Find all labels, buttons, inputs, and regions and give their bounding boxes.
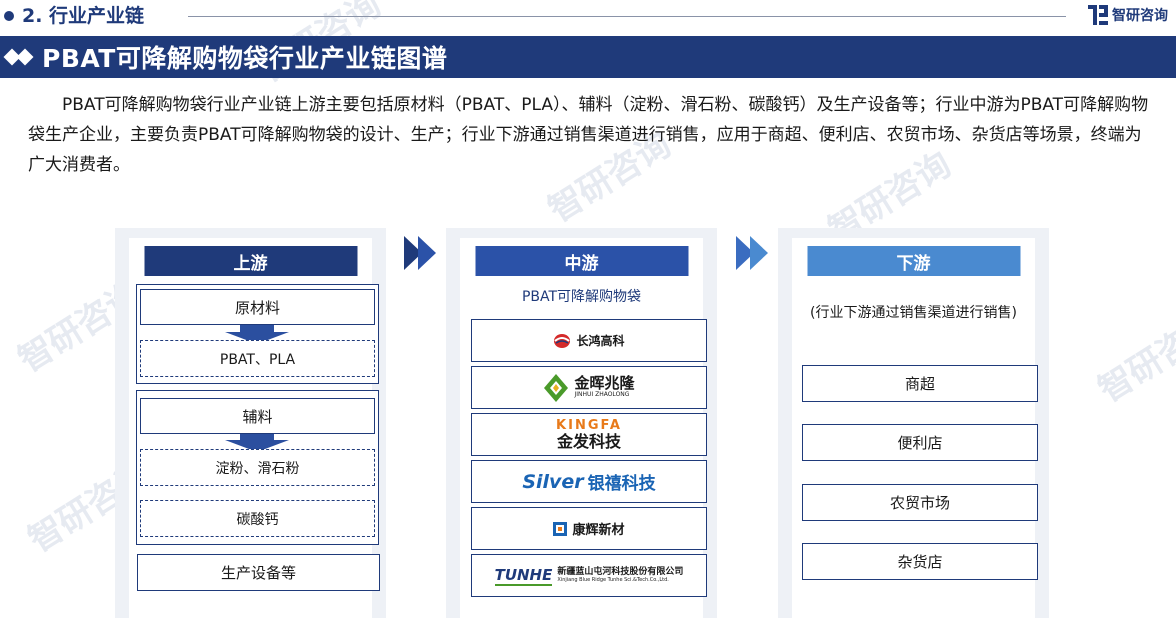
page-title: PBAT可降解购物袋行业产业链图谱: [42, 44, 448, 73]
auxiliary-label: 辅料: [140, 398, 375, 434]
jinhui-logo-icon: [544, 373, 569, 402]
company-name: 金晖兆隆: [574, 374, 635, 393]
equipment-label: 生产设备等: [137, 554, 380, 591]
kanghui-logo-icon: [553, 521, 568, 536]
company-name: 银禧科技: [587, 474, 656, 494]
company-logo-tunhe: TUNHE 新疆蓝山屯河科技股份有限公司 Xinjiang Blue Ridge…: [471, 554, 707, 597]
downstream-item: 商超: [802, 365, 1038, 402]
flow-arrow-icon: [736, 236, 778, 270]
section-title: 2. 行业产业链: [22, 5, 145, 27]
watermark: 智研咨询: [1091, 304, 1176, 411]
midstream-panel: 中游 PBAT可降解购物袋 长鸿高科 金晖兆隆 JINHUI ZHAOLONG …: [446, 228, 717, 618]
silver-logo-icon: Silver: [522, 470, 584, 493]
downstream-subtitle: (行业下游通过销售渠道进行销售): [810, 305, 1017, 321]
brand-logo: 智研咨询: [1088, 5, 1168, 25]
double-diamond-icon: [3, 47, 36, 67]
midstream-header: 中游: [475, 246, 688, 276]
raw-material-label: 原材料: [140, 289, 375, 325]
company-logo-silver: Silver 银禧科技: [471, 460, 707, 503]
raw-material-item: PBAT、PLA: [140, 340, 375, 377]
company-name-en: Xinjiang Blue Ridge Tunhe Sci.&Tech.Co.,…: [557, 576, 669, 583]
company-name: 长鸿高科: [576, 334, 625, 348]
title-banner: PBAT可降解购物袋行业产业链图谱: [0, 36, 1176, 78]
company-logo-kanghui: 康辉新材: [471, 507, 707, 550]
company-name: 金发科技: [556, 431, 621, 451]
company-logo-kingfa: KINGFA 金发科技: [471, 413, 707, 456]
company-logo-changhong: 长鸿高科: [471, 319, 707, 362]
section-divider: [188, 16, 1066, 17]
upstream-header: 上游: [144, 246, 357, 276]
brand-mark-icon: [1088, 5, 1108, 25]
changhong-logo-icon: [554, 333, 571, 348]
company-name-en: JINHUI ZHAOLONG: [574, 391, 630, 399]
intro-paragraph: PBAT可降解购物袋行业产业链上游主要包括原材料（PBAT、PLA）、辅料（淀粉…: [28, 95, 1149, 175]
downstream-header: 下游: [807, 246, 1020, 276]
section-bullet: [4, 11, 14, 21]
brand-name: 智研咨询: [1112, 8, 1168, 24]
downstream-item: 农贸市场: [802, 484, 1038, 521]
auxiliary-item: 碳酸钙: [140, 500, 375, 537]
midstream-subtitle: PBAT可降解购物袋: [521, 289, 642, 305]
company-logo-jinhui: 金晖兆隆 JINHUI ZHAOLONG: [471, 366, 707, 409]
kingfa-logo-icon: KINGFA: [556, 417, 622, 433]
tunhe-logo-icon: TUNHE: [494, 565, 553, 586]
auxiliary-item: 淀粉、滑石粉: [140, 449, 375, 486]
flow-arrow-icon: [404, 236, 446, 270]
downstream-item: 便利店: [802, 424, 1038, 461]
downstream-item: 杂货店: [802, 543, 1038, 580]
company-name: 康辉新材: [572, 523, 625, 538]
